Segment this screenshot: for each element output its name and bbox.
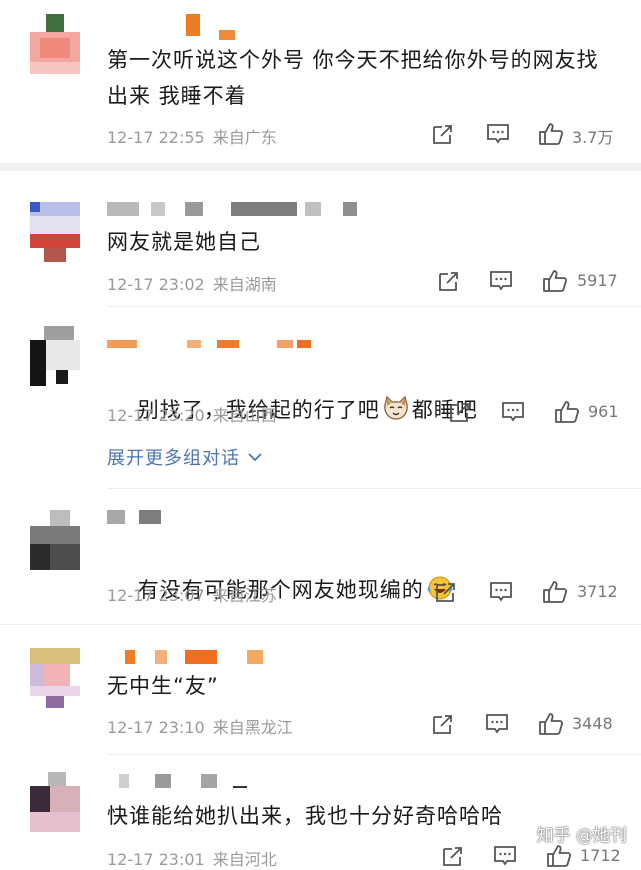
comment-date: 12-17 23:07: [107, 586, 205, 605]
section-divider: [0, 163, 641, 171]
expand-replies-link[interactable]: 展开更多组对话: [107, 444, 263, 470]
like-icon[interactable]: [542, 268, 568, 294]
comment-icon[interactable]: [492, 843, 518, 869]
share-icon[interactable]: [440, 843, 466, 869]
comment-icon[interactable]: [485, 121, 511, 147]
like-icon[interactable]: [546, 843, 572, 869]
share-icon[interactable]: [436, 268, 462, 294]
comment-meta: 12-17 23:01 来自河北: [107, 846, 277, 870]
comment-icon[interactable]: [500, 399, 526, 425]
comment-location: 来自河北: [212, 850, 277, 869]
like-count: 961: [588, 402, 619, 421]
comment-text: 无中生“友”: [107, 674, 219, 698]
avatar[interactable]: [30, 202, 80, 262]
watermark: 知乎 @她刊: [536, 826, 627, 846]
comment-date: 12-17 23:20: [107, 406, 205, 425]
row-divider: [107, 306, 641, 307]
row-divider: [0, 624, 641, 625]
comment-date: 12-17 23:01: [107, 850, 205, 869]
comment-location: 来自山西: [212, 406, 277, 425]
comment-location: 来自湖南: [212, 275, 277, 294]
comment-icon[interactable]: [484, 711, 510, 737]
row-divider: [107, 754, 641, 755]
comment-icon[interactable]: [488, 268, 514, 294]
like-icon[interactable]: [554, 399, 580, 425]
like-icon[interactable]: [542, 579, 568, 605]
share-icon[interactable]: [447, 399, 473, 425]
comment-location: 来自广东: [212, 128, 277, 147]
comment-icon[interactable]: [488, 579, 514, 605]
row-divider: [107, 488, 641, 489]
comment-location: 来自黑龙江: [212, 718, 293, 737]
chevron-down-icon: [248, 453, 262, 462]
comment-meta: 12-17 23:10 来自黑龙江: [107, 714, 293, 738]
like-count: 3.7万: [572, 128, 614, 147]
comment-meta: 12-17 23:07 来自江苏: [107, 582, 277, 606]
comment-meta: 12-17 23:20 来自山西: [107, 402, 277, 426]
expand-replies-label: 展开更多组对话: [107, 448, 240, 469]
share-icon[interactable]: [430, 121, 456, 147]
comment-text: 第一次听说这个外号 你今天不把给你外号的网友找出来 我睡不着: [107, 48, 599, 108]
like-count: 1712: [580, 846, 621, 865]
like-icon[interactable]: [538, 121, 564, 147]
cat-emoji-icon: [383, 395, 408, 420]
comment-meta: 12-17 22:55 来自广东: [107, 124, 277, 148]
avatar[interactable]: [30, 772, 80, 832]
comment-location: 来自江苏: [212, 586, 277, 605]
comment-text: 网友就是她自己: [107, 230, 261, 254]
avatar[interactable]: [30, 648, 80, 708]
comment-date: 12-17 23:02: [107, 275, 205, 294]
avatar[interactable]: [30, 326, 80, 386]
like-count: 5917: [577, 271, 618, 290]
avatar[interactable]: [30, 510, 80, 570]
comment-meta: 12-17 23:02 来自湖南: [107, 271, 277, 295]
like-count: 3712: [577, 582, 618, 601]
share-icon[interactable]: [433, 579, 459, 605]
share-icon[interactable]: [430, 711, 456, 737]
comment-date: 12-17 23:10: [107, 718, 205, 737]
like-icon[interactable]: [538, 711, 564, 737]
avatar[interactable]: [30, 14, 80, 74]
like-count: 3448: [572, 714, 613, 733]
comment-date: 12-17 22:55: [107, 128, 205, 147]
